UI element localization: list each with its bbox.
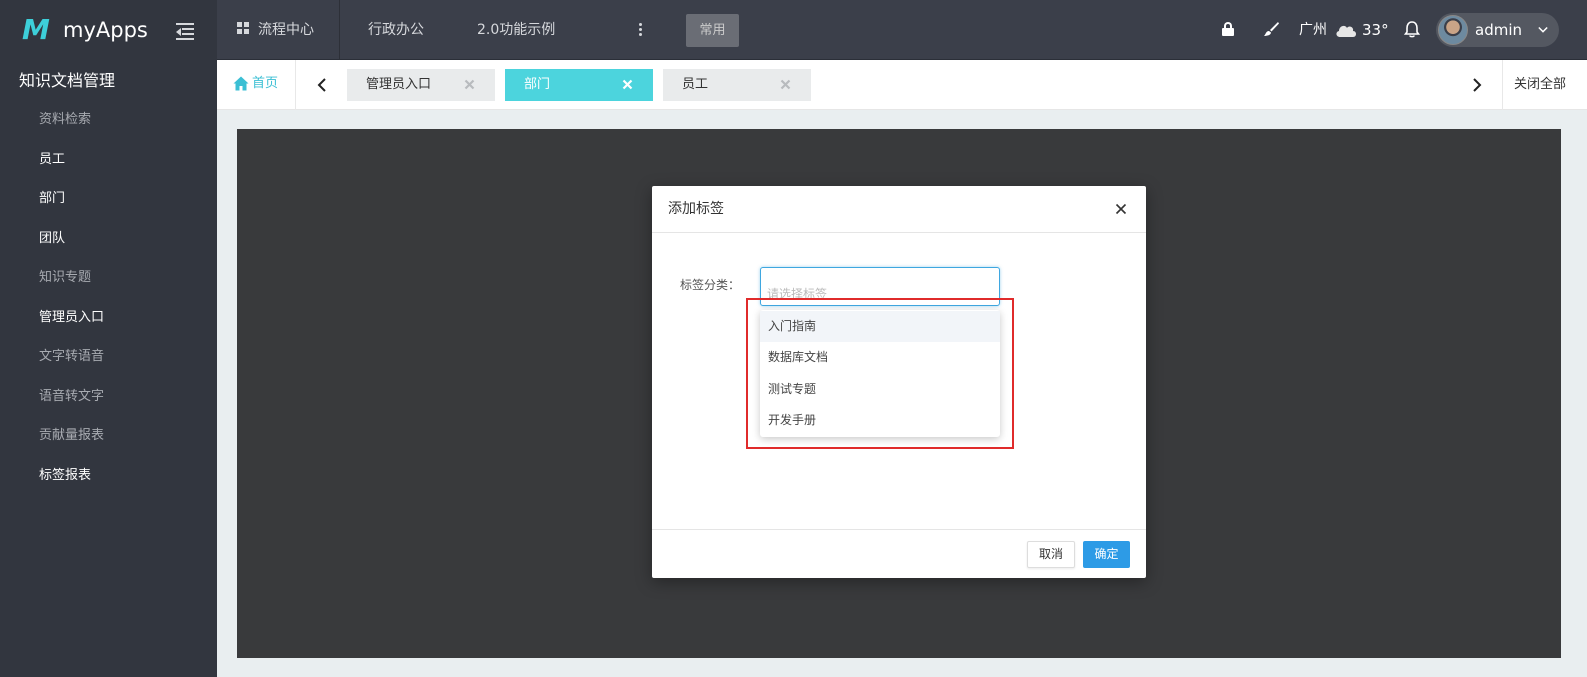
nav-divider (339, 0, 340, 60)
tab-home-label: 首页 (252, 76, 279, 91)
top-navbar: M myApps 流程中心 行政办公 2.0功能示例 常用 广州 33° adm… (0, 0, 1587, 60)
sidebar-item-contribution-report[interactable]: 贡献量报表 (39, 426, 104, 446)
sidebar-item-admin-entry[interactable]: 管理员入口 (39, 308, 104, 328)
chevron-left-icon[interactable] (315, 77, 329, 93)
add-tag-dialog: 添加标签 标签分类： 请选择标签 入门指南 数据库文档 测试专题 开发手册 取消… (652, 186, 1146, 578)
paint-brush-icon[interactable] (1263, 21, 1279, 37)
common-button[interactable]: 常用 (686, 14, 739, 47)
tag-category-label: 标签分类： (680, 278, 741, 292)
lock-icon[interactable] (1222, 22, 1234, 36)
sidebar: 知识文档管理 资料检索 员工 部门 团队 知识专题 管理员入口 文字转语音 语音… (0, 60, 217, 677)
user-name: admin (1475, 21, 1522, 39)
sidebar-item-text-to-speech[interactable]: 文字转语音 (39, 347, 104, 367)
grid-icon (237, 22, 250, 35)
nav-item-label: 行政办公 (368, 22, 424, 38)
annotation-highlight-box (746, 298, 1014, 449)
sidebar-item-speech-to-text[interactable]: 语音转文字 (39, 387, 104, 407)
cloud-icon (1336, 25, 1356, 37)
tab-divider (1502, 60, 1503, 110)
sidebar-item-knowledge-topic[interactable]: 知识专题 (39, 268, 91, 288)
app-name: myApps (63, 18, 148, 42)
logo-area: M myApps (0, 0, 217, 60)
tab-department[interactable]: 部门 (505, 69, 653, 101)
nav-item-label: 2.0功能示例 (477, 22, 556, 38)
sidebar-item-tag-report[interactable]: 标签报表 (39, 466, 91, 486)
sidebar-item-document-search[interactable]: 资料检索 (39, 110, 91, 130)
cancel-button[interactable]: 取消 (1027, 541, 1075, 568)
close-icon[interactable] (780, 79, 791, 90)
tab-employee[interactable]: 员工 (663, 69, 811, 101)
sidebar-item-department[interactable]: 部门 (39, 189, 65, 209)
more-vertical-icon[interactable] (638, 23, 642, 37)
nav-item-label: 流程中心 (258, 22, 314, 38)
nav-item-admin-office[interactable]: 行政办公 (368, 0, 424, 60)
weather-city: 广州 (1299, 22, 1327, 38)
dialog-footer-divider (652, 529, 1146, 530)
tab-admin-entry[interactable]: 管理员入口 (347, 69, 495, 101)
tab-bar: 首页 管理员入口 部门 员工 关闭全部 (217, 60, 1587, 110)
dialog-header-divider (652, 232, 1146, 233)
tab-label: 部门 (524, 77, 551, 92)
weather-temperature: 33° (1362, 21, 1389, 39)
close-icon[interactable] (1115, 203, 1127, 215)
tab-label: 员工 (682, 77, 709, 92)
dialog-title: 添加标签 (668, 201, 724, 217)
close-all-tabs-button[interactable]: 关闭全部 (1514, 60, 1566, 110)
chevron-right-icon[interactable] (1470, 77, 1484, 93)
sidebar-title: 知识文档管理 (19, 71, 116, 90)
sidebar-toggle-icon[interactable] (176, 22, 194, 40)
avatar (1438, 15, 1468, 45)
sidebar-item-team[interactable]: 团队 (39, 229, 65, 249)
home-icon (233, 76, 249, 91)
tab-label: 管理员入口 (366, 77, 432, 92)
nav-item-workflow[interactable]: 流程中心 (237, 0, 314, 60)
nav-item-features-demo[interactable]: 2.0功能示例 (477, 0, 555, 60)
app-logo-icon: M (22, 13, 50, 46)
bell-icon[interactable] (1404, 21, 1420, 38)
user-menu[interactable]: admin (1436, 13, 1559, 47)
close-icon[interactable] (464, 79, 475, 90)
confirm-button[interactable]: 确定 (1083, 541, 1130, 568)
close-icon[interactable] (622, 79, 633, 90)
chevron-down-icon (1538, 26, 1548, 33)
tab-home[interactable]: 首页 (217, 60, 296, 110)
sidebar-item-employee[interactable]: 员工 (39, 150, 65, 170)
